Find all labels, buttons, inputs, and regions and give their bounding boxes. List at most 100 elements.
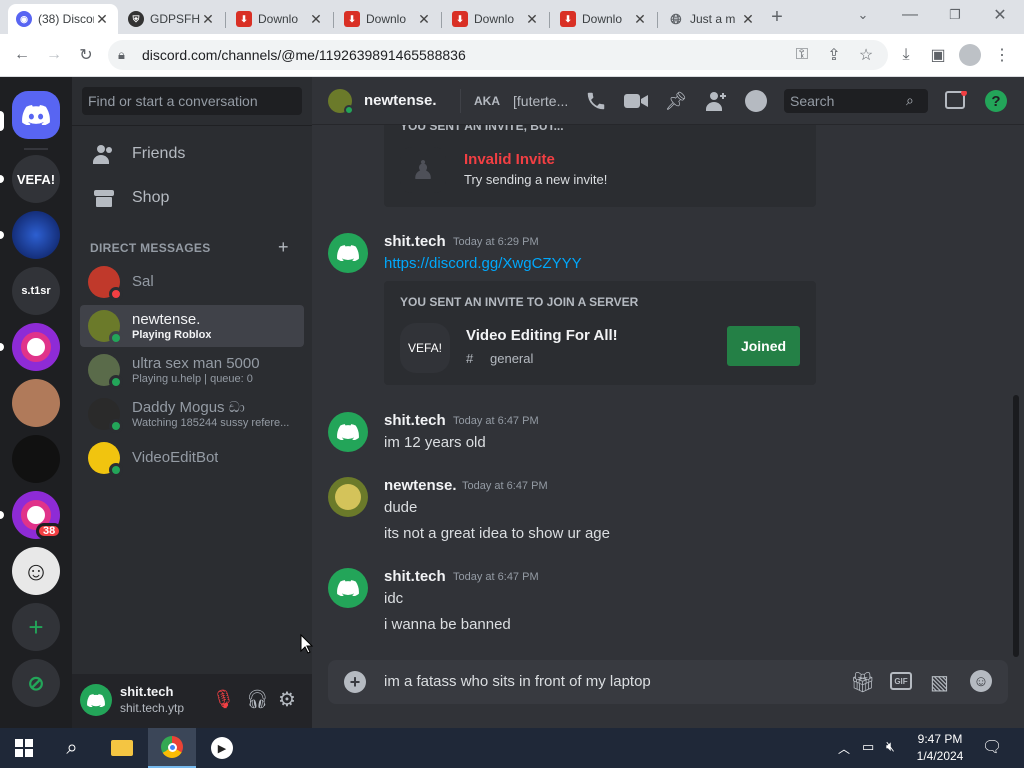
network-icon[interactable]: ▭	[862, 739, 874, 755]
message-avatar[interactable]	[328, 233, 368, 273]
chrome-taskbar-icon[interactable]	[148, 728, 196, 768]
message-input[interactable]: im a fatass who sits in front of my lapt…	[384, 673, 651, 690]
help-icon[interactable]: ?	[984, 89, 1008, 113]
clock-date[interactable]: 1/4/2024	[910, 749, 970, 763]
dm-item-videoeditbot[interactable]: VideoEditBot	[80, 437, 304, 479]
message-avatar[interactable]	[328, 568, 368, 608]
dm-item-sal[interactable]: Sal	[80, 261, 304, 303]
profile-avatar-icon[interactable]	[958, 43, 982, 67]
message-avatar[interactable]	[328, 412, 368, 452]
clock-time[interactable]: 9:47 PM	[910, 732, 970, 746]
new-tab-button[interactable]: +	[765, 5, 789, 29]
attach-plus-icon[interactable]: +	[344, 671, 366, 693]
share-icon[interactable]: ⇪	[822, 43, 846, 67]
windows-start-icon[interactable]	[0, 728, 48, 768]
dm-item-daddy-mogus[interactable]: Daddy Mogus ඩා Watching 185244 sussy ref…	[80, 393, 304, 435]
tab-download-2[interactable]: ⬇ Downlo ✕	[336, 4, 440, 34]
close-icon[interactable]: ✕	[632, 11, 648, 28]
nav-shop[interactable]: Shop	[80, 177, 304, 219]
create-dm-plus-icon[interactable]: +	[278, 237, 289, 258]
search-input[interactable]: Search ⌕	[784, 89, 928, 113]
gift-icon[interactable]: 🎁︎	[850, 670, 875, 695]
message-composer[interactable]: + im a fatass who sits in front of my la…	[328, 660, 1008, 704]
add-server-button[interactable]: +	[12, 603, 60, 651]
file-explorer-icon[interactable]	[98, 728, 146, 768]
media-player-icon[interactable]: ▶	[198, 728, 246, 768]
dm-item-newtense[interactable]: newtense. Playing Roblox	[80, 305, 304, 347]
invite-link[interactable]: https://discord.gg/XwgCZYYY	[384, 255, 582, 272]
reload-icon[interactable]: ↻	[74, 43, 98, 67]
key-icon[interactable]: ⚿	[790, 43, 814, 67]
pinned-messages-icon[interactable]: 📌︎	[664, 89, 688, 113]
discord-home-button[interactable]	[12, 91, 60, 139]
minimize-button[interactable]: —	[898, 3, 922, 27]
inbox-icon[interactable]	[944, 89, 968, 113]
message-author[interactable]: shit.tech	[384, 233, 446, 250]
close-icon[interactable]: ✕	[308, 11, 324, 28]
notifications-icon[interactable]: 🗨︎	[982, 737, 1002, 757]
video-call-icon[interactable]	[624, 89, 648, 113]
guild-st1sr[interactable]: s.t1sr	[12, 267, 60, 315]
status-online-icon	[109, 463, 123, 477]
guild-cat-logo[interactable]: ☺	[12, 547, 60, 595]
guild-vefa[interactable]: VEFA!	[12, 155, 60, 203]
server-icon: VEFA!	[400, 323, 450, 373]
tab-just-a-moment[interactable]: 🌐︎ Just a m ✕	[660, 4, 764, 34]
voice-call-icon[interactable]	[584, 89, 608, 113]
forward-arrow-icon[interactable]: →	[42, 43, 66, 67]
header-username[interactable]: newtense.	[364, 92, 437, 109]
close-icon[interactable]: ✕	[94, 11, 110, 28]
close-icon[interactable]: ✕	[524, 11, 540, 28]
omnibox[interactable]: 🔒︎ discord.com/channels/@me/119263989146…	[108, 40, 888, 70]
guild-blue-logo[interactable]	[12, 211, 60, 259]
message-author[interactable]: shit.tech	[384, 568, 446, 585]
sticker-icon[interactable]: ▧	[930, 670, 949, 695]
chat-scrollbar[interactable]	[1013, 395, 1019, 657]
joined-button[interactable]: Joined	[727, 326, 800, 366]
guild-dark-logo[interactable]	[12, 435, 60, 483]
dm-item-ultra-sex-man[interactable]: ultra sex man 5000 Playing u.help | queu…	[80, 349, 304, 391]
close-icon[interactable]: ✕	[740, 11, 756, 28]
find-conversation-button[interactable]: Find or start a conversation	[82, 87, 302, 115]
close-icon[interactable]: ✕	[200, 11, 216, 28]
message-author[interactable]: newtense.	[384, 477, 457, 494]
tab-download-4[interactable]: ⬇ Downlo ✕	[552, 4, 656, 34]
settings-gear-icon[interactable]: ⚙	[278, 687, 296, 712]
invite-embed-server: YOU SENT AN INVITE TO JOIN A SERVER VEFA…	[384, 281, 816, 385]
emoji-icon[interactable]: ☺	[970, 670, 992, 692]
tab-search-chevron-icon[interactable]: ⌄	[851, 3, 875, 27]
mute-microphone-icon[interactable]: 🎙︎	[212, 689, 235, 710]
tab-download-1[interactable]: ⬇ Downlo ✕	[228, 4, 332, 34]
headphones-icon[interactable]: 🎧︎	[246, 689, 269, 710]
server-name[interactable]: Video Editing For All!	[466, 327, 618, 344]
tab-discord[interactable]: ◉ (38) Discord ✕	[8, 4, 118, 34]
search-icon[interactable]: ⌕	[48, 728, 96, 768]
lock-icon[interactable]: 🔒︎	[118, 47, 125, 63]
guild-avatar-person[interactable]	[12, 379, 60, 427]
discord-logo-icon	[22, 105, 50, 125]
nav-friends[interactable]: Friends	[80, 133, 304, 175]
side-panel-icon[interactable]: ▣	[926, 43, 950, 67]
bookmark-star-icon[interactable]: ☆	[854, 43, 878, 67]
downloads-icon[interactable]: ⤓	[894, 43, 918, 67]
tab-download-3[interactable]: ⬇ Downlo ✕	[444, 4, 548, 34]
tab-gdpsfh[interactable]: ⛨ GDPSFH ✕	[120, 4, 224, 34]
aka-value[interactable]: [futerte...	[513, 93, 568, 109]
windows-taskbar: ⌕ ▶ ︿ ▭ 🔇︎ 9:47 PM 1/4/2024 🗨︎	[0, 728, 1024, 768]
tray-chevron-icon[interactable]: ︿	[838, 740, 850, 757]
url-text[interactable]: discord.com/channels/@me/119263989146558…	[142, 47, 466, 63]
gif-icon[interactable]: GIF	[890, 672, 912, 690]
chrome-menu-icon[interactable]: ⋮	[990, 43, 1014, 67]
close-window-button[interactable]: ✕	[988, 3, 1012, 27]
explore-servers-button[interactable]: ⊘	[12, 659, 60, 707]
message-avatar[interactable]	[328, 477, 368, 517]
user-profile-icon[interactable]	[744, 89, 768, 113]
restore-button[interactable]: ❐	[943, 3, 967, 27]
guild-film-reel[interactable]	[12, 323, 60, 371]
message-author[interactable]: shit.tech	[384, 412, 446, 429]
volume-muted-icon[interactable]: 🔇︎	[886, 738, 895, 755]
user-avatar[interactable]	[80, 684, 112, 716]
close-icon[interactable]: ✕	[416, 11, 432, 28]
add-friends-to-dm-icon[interactable]	[704, 89, 728, 113]
back-arrow-icon[interactable]: ←	[10, 43, 34, 67]
